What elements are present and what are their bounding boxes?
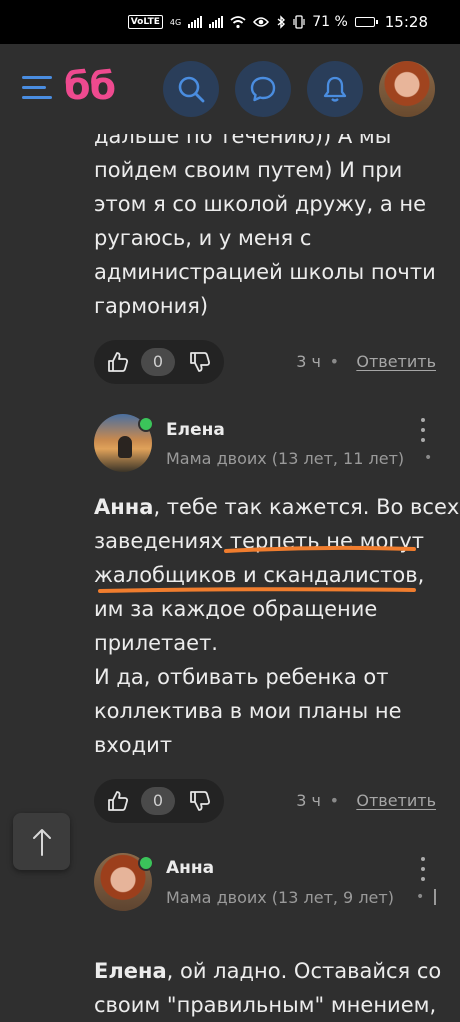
meta-dot: • <box>424 450 433 466</box>
comment-1-actions: 0 3 ч • Ответить <box>94 340 436 384</box>
search-button[interactable] <box>163 61 219 117</box>
logo[interactable]: бб <box>64 64 116 108</box>
volte-icon: VoLTE <box>127 15 163 29</box>
eye-icon <box>253 17 270 27</box>
comment-2-actions: 0 3 ч • Ответить <box>94 779 436 823</box>
wifi-icon <box>230 16 246 29</box>
author-meta: Мама двоих (13 лет, 9 лет) <box>166 888 394 907</box>
battery-percent: 71 % <box>312 14 348 30</box>
text-fragment: , тебе так кажется. Во всех <box>153 495 460 519</box>
text-line: коллектива в мои планы не <box>94 699 402 723</box>
text-fragment: , ой ладно. Оставайся со <box>166 959 442 983</box>
text-line: прилетает. <box>94 631 218 655</box>
menu-icon[interactable] <box>22 76 52 100</box>
mobile-data-label: 4G <box>169 17 182 27</box>
separator-dot: • <box>329 791 339 810</box>
arrow-up-icon <box>32 828 51 856</box>
reaction-pill: 0 <box>94 340 224 384</box>
text-line: Анна, тебе так кажется. Во всех <box>94 490 459 524</box>
reply-link[interactable]: Ответить <box>356 791 436 810</box>
more-options-icon[interactable] <box>420 857 426 883</box>
online-indicator <box>138 416 154 432</box>
like-count: 0 <box>141 787 175 815</box>
thumbs-down-icon[interactable] <box>188 350 212 374</box>
meta-dot: • <box>416 889 425 905</box>
more-options-icon[interactable] <box>420 418 426 444</box>
author-name[interactable]: Анна <box>166 858 214 878</box>
bell-icon <box>323 76 347 102</box>
signal-icon <box>188 16 203 28</box>
reaction-pill: 0 <box>94 779 224 823</box>
text-line: ругаюсь, и у меня с <box>94 226 312 250</box>
text-line: им за каждое обращение <box>94 597 378 621</box>
chat-bubble-icon <box>250 76 276 102</box>
like-count: 0 <box>141 348 175 376</box>
signal-2-icon <box>209 16 224 28</box>
separator-dot: • <box>329 352 339 371</box>
status-bar: VoLTE 4G 71 % 15:28 <box>0 0 460 44</box>
clock: 15:28 <box>384 13 428 31</box>
scroll-to-top-button[interactable] <box>13 813 70 870</box>
user-avatar[interactable] <box>379 61 435 117</box>
comment-time: 3 ч <box>296 791 321 810</box>
comment-1-text: дальше по течению)) А мы пойдем своим пу… <box>94 119 436 323</box>
text-line: входит <box>94 733 173 757</box>
text-line: Елена, ой ладно. Оставайся со <box>94 954 441 988</box>
text-line: заведениях терпеть не могут <box>94 529 425 553</box>
comment-3-text: Елена, ой ладно. Оставайся со своим "пра… <box>94 954 441 1022</box>
notifications-button[interactable] <box>307 61 363 117</box>
comment-2-text: Анна, тебе так кажется. Во всех заведени… <box>94 490 459 762</box>
text-line: администрацией школы почти <box>94 260 436 284</box>
thumbs-up-icon[interactable] <box>106 350 130 374</box>
online-indicator <box>138 855 154 871</box>
text-line: своим "правильным" мнением, <box>94 993 437 1017</box>
app-header: бб <box>0 44 460 134</box>
text-line: этом я со школой дружу, а не <box>94 192 427 216</box>
battery-icon <box>354 17 378 27</box>
text-line: жалобщиков и скандалистов, <box>94 563 425 587</box>
bluetooth-icon <box>277 15 286 29</box>
messages-button[interactable] <box>235 61 291 117</box>
author-meta: Мама двоих (13 лет, 11 лет) <box>166 449 405 468</box>
mention[interactable]: Анна <box>94 495 153 519</box>
text-line: И да, отбивать ребенка от <box>94 665 389 689</box>
search-icon <box>178 76 205 103</box>
thumbs-down-icon[interactable] <box>188 789 212 813</box>
author-name[interactable]: Елена <box>166 420 225 440</box>
vibrate-icon <box>293 15 305 29</box>
scrollbar[interactable] <box>434 889 436 905</box>
mention[interactable]: Елена <box>94 959 167 983</box>
comment-time: 3 ч <box>296 352 321 371</box>
text-line: гармония) <box>94 294 209 318</box>
thumbs-up-icon[interactable] <box>106 789 130 813</box>
reply-link[interactable]: Ответить <box>356 352 436 371</box>
text-line: пойдем своим путем) И при <box>94 158 403 182</box>
